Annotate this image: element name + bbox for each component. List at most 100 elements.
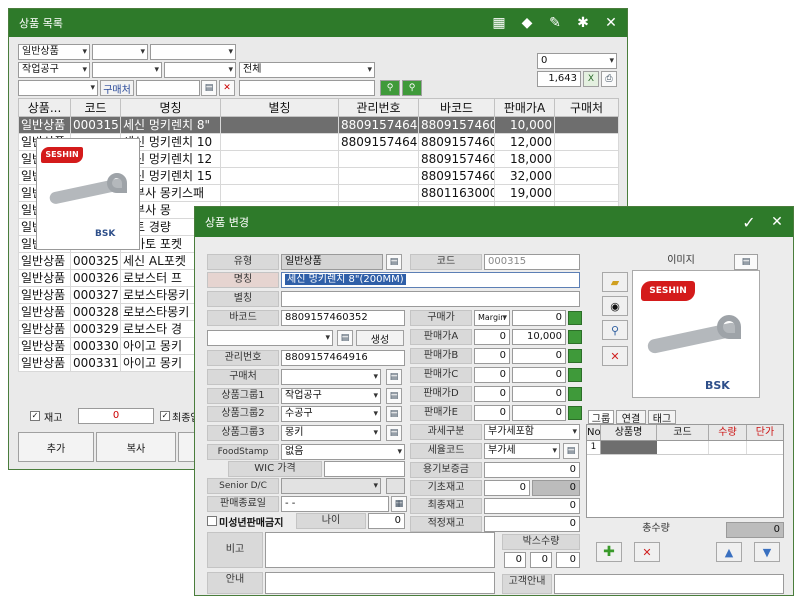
tab-group[interactable]: 그룹 <box>588 410 614 424</box>
filter-group3-select[interactable] <box>164 62 236 78</box>
box-qty-3[interactable]: 0 <box>556 552 580 568</box>
tax-code-select[interactable]: 부가세 <box>484 443 560 459</box>
search-type-select[interactable]: 전체 <box>239 62 375 78</box>
group1-select[interactable]: 작업공구 <box>281 388 381 404</box>
print-icon[interactable]: ⎙ <box>601 71 617 87</box>
grid-view-icon[interactable]: ▦ <box>487 13 511 33</box>
col-name[interactable]: 명칭 <box>120 98 221 117</box>
sale-end-input[interactable]: - - <box>281 496 389 512</box>
deposit-input[interactable]: 0 <box>484 462 580 478</box>
zoom-icon[interactable]: ⚲ <box>602 320 628 340</box>
group1-doc-icon[interactable]: ▤ <box>386 388 402 404</box>
confirm-icon[interactable]: ✓ <box>737 212 761 232</box>
box-qty-1[interactable]: 0 <box>504 552 526 568</box>
add-row-icon[interactable]: ✚ <box>596 542 622 562</box>
foodstamp-select[interactable]: 없음 <box>281 444 405 460</box>
buyer-filter-input[interactable] <box>136 80 200 96</box>
priceC-calc-icon[interactable] <box>568 368 582 382</box>
name-input[interactable]: 세신 멍키렌치 8"(200MM) <box>281 272 580 288</box>
move-down-icon[interactable]: ▼ <box>754 542 780 562</box>
wic-input[interactable] <box>324 461 405 477</box>
priceE-input[interactable]: 0 <box>512 405 566 421</box>
buyer-select[interactable] <box>281 369 381 385</box>
buyer-lookup-icon[interactable]: ▤ <box>201 80 217 96</box>
alias-input[interactable] <box>281 291 580 307</box>
col-price[interactable]: 판매가A <box>494 98 555 117</box>
close-icon[interactable]: ✕ <box>599 13 623 33</box>
filter-group2-select[interactable] <box>92 62 162 78</box>
tab-tag[interactable]: 태그 <box>648 410 676 424</box>
proper-stock-input[interactable]: 0 <box>484 516 580 532</box>
col-buyer[interactable]: 구매처 <box>554 98 619 117</box>
filter-type-select[interactable]: 일반상품 <box>18 44 90 60</box>
close-edit-icon[interactable]: ✕ <box>765 212 789 232</box>
filter-sub2-select[interactable] <box>150 44 236 60</box>
advanced-search-icon[interactable]: ⚲ <box>402 80 422 96</box>
excel-icon[interactable]: X <box>583 71 599 87</box>
stock-checkbox[interactable]: ✓ <box>30 411 40 421</box>
search-icon[interactable]: ⚲ <box>380 80 400 96</box>
calendar-icon[interactable]: ▦ <box>391 496 407 512</box>
senior-extra[interactable] <box>386 478 405 494</box>
group3-select[interactable]: 몽키 <box>281 425 381 441</box>
search-input[interactable] <box>239 80 375 96</box>
priceA-calc-icon[interactable] <box>568 330 582 344</box>
barcode-input[interactable]: 8809157460352 <box>281 310 405 326</box>
group3-doc-icon[interactable]: ▤ <box>386 425 402 441</box>
base-stock-input[interactable]: 0 <box>484 480 530 496</box>
priceA-margin-input[interactable]: 0 <box>474 329 510 345</box>
senior-select[interactable] <box>281 478 381 494</box>
tab-link[interactable]: 연결 <box>616 410 646 424</box>
filter-group-select[interactable]: 작업공구 <box>18 62 90 78</box>
col-alias[interactable]: 별칭 <box>220 98 339 117</box>
priceD-margin-input[interactable]: 0 <box>474 386 510 402</box>
buyer-doc-icon[interactable]: ▤ <box>386 369 402 385</box>
priceD-calc-icon[interactable] <box>568 387 582 401</box>
priceB-calc-icon[interactable] <box>568 349 582 363</box>
group2-doc-icon[interactable]: ▤ <box>386 406 402 422</box>
priceD-input[interactable]: 0 <box>512 386 566 402</box>
buyer-clear-icon[interactable]: ✕ <box>219 80 235 96</box>
count-select[interactable]: 0 <box>537 53 617 69</box>
col-barcode[interactable]: 바코드 <box>418 98 495 117</box>
minor-checkbox[interactable] <box>207 516 217 526</box>
delete-row-icon[interactable]: ✕ <box>634 542 660 562</box>
buy-price-input[interactable]: 0 <box>512 310 566 326</box>
priceC-margin-input[interactable]: 0 <box>474 367 510 383</box>
box-qty-2[interactable]: 0 <box>530 552 552 568</box>
image-doc-icon[interactable]: ▤ <box>734 254 758 270</box>
filter-sub1-select[interactable] <box>92 44 148 60</box>
open-folder-icon[interactable]: ▰ <box>602 272 628 292</box>
type-doc-icon[interactable]: ▤ <box>386 254 402 270</box>
priceC-input[interactable]: 0 <box>512 367 566 383</box>
buy-price-calc-icon[interactable] <box>568 311 582 325</box>
add-button[interactable]: 추가 <box>18 432 94 462</box>
tax-code-doc-icon[interactable]: ▤ <box>563 443 579 459</box>
barcode-list-select[interactable] <box>207 330 333 346</box>
camera-icon[interactable]: ◉ <box>602 296 628 316</box>
generate-button[interactable]: 생성 <box>356 330 404 346</box>
priceB-input[interactable]: 0 <box>512 348 566 364</box>
tax-select[interactable]: 부가세포함 <box>484 424 580 440</box>
info-input[interactable] <box>265 572 495 594</box>
col-code[interactable]: 코드 <box>70 98 121 117</box>
last-stock-input[interactable]: 0 <box>484 498 580 514</box>
edit-icon[interactable]: ✎ <box>543 13 567 33</box>
col-mgmt[interactable]: 관리번호 <box>338 98 419 117</box>
buyer-filter-button[interactable]: 구매처 <box>100 80 134 96</box>
copy-button[interactable]: 복사 <box>96 432 176 462</box>
last-checkbox[interactable]: ✓ <box>160 411 170 421</box>
priceB-margin-input[interactable]: 0 <box>474 348 510 364</box>
memo-input[interactable] <box>265 532 495 568</box>
delete-image-icon[interactable]: ✕ <box>602 346 628 366</box>
group2-select[interactable]: 수공구 <box>281 406 381 422</box>
code-value[interactable]: 000315 <box>484 254 580 270</box>
barcode-doc-icon[interactable]: ▤ <box>337 330 353 346</box>
table-row[interactable]: 일반상품000315세신 멍키렌치 8" 88091574649168809157… <box>18 116 619 134</box>
move-up-icon[interactable]: ▲ <box>716 542 742 562</box>
margin-select[interactable]: Margin <box>474 310 510 326</box>
settings-icon[interactable]: ✱ <box>571 13 595 33</box>
tag-icon[interactable]: ◆ <box>515 13 539 33</box>
col-type[interactable]: 상품... <box>18 98 71 117</box>
filter-extra-select[interactable] <box>18 80 98 96</box>
